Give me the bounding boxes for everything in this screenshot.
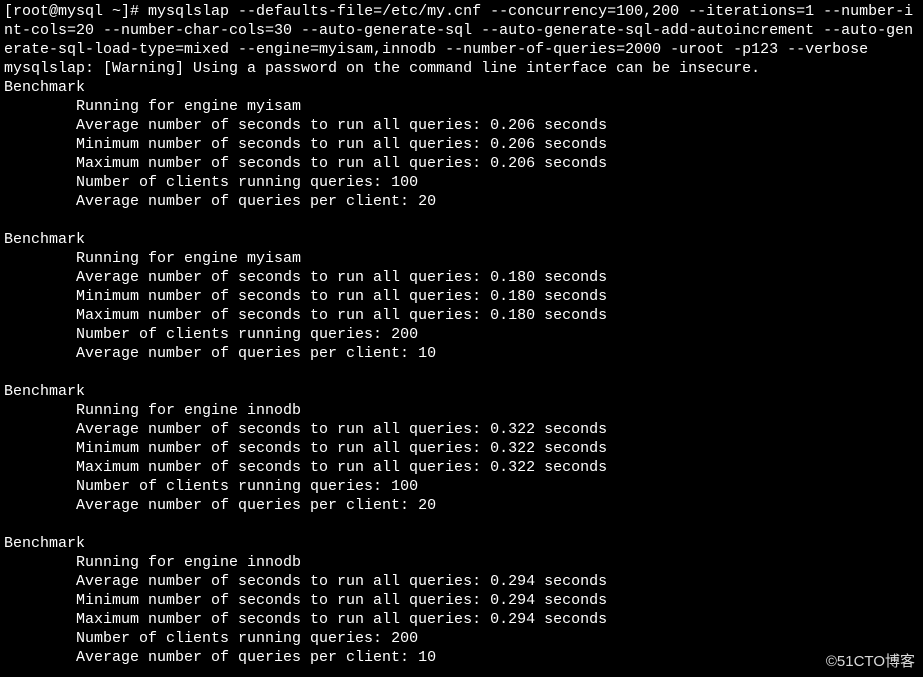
warning-line: mysqlslap: [Warning] Using a password on… — [4, 60, 760, 77]
row-avg: Average number of seconds to run all que… — [4, 116, 919, 135]
row-clients: Number of clients running queries: 200 — [4, 325, 919, 344]
row-clients: Number of clients running queries: 100 — [4, 477, 919, 496]
row-clients: Number of clients running queries: 200 — [4, 629, 919, 648]
row-clients: Number of clients running queries: 100 — [4, 173, 919, 192]
watermark-text: ©51CTO博客 — [826, 652, 915, 671]
shell-prompt: [root@mysql ~]# — [4, 3, 148, 20]
terminal-output[interactable]: [root@mysql ~]# mysqlslap --defaults-fil… — [0, 0, 923, 669]
row-avg: Average number of seconds to run all que… — [4, 420, 919, 439]
row-min: Minimum number of seconds to run all que… — [4, 591, 919, 610]
row-max: Maximum number of seconds to run all que… — [4, 458, 919, 477]
row-max: Maximum number of seconds to run all que… — [4, 610, 919, 629]
row-qpc: Average number of queries per client: 20 — [4, 496, 919, 515]
benchmark-heading: Benchmark — [4, 383, 85, 400]
row-max: Maximum number of seconds to run all que… — [4, 154, 919, 173]
benchmark-heading: Benchmark — [4, 79, 85, 96]
row-avg: Average number of seconds to run all que… — [4, 268, 919, 287]
row-qpc: Average number of queries per client: 10 — [4, 344, 919, 363]
row-max: Maximum number of seconds to run all que… — [4, 306, 919, 325]
row-running: Running for engine myisam — [4, 97, 919, 116]
row-min: Minimum number of seconds to run all que… — [4, 439, 919, 458]
row-qpc: Average number of queries per client: 20 — [4, 192, 919, 211]
benchmark-heading: Benchmark — [4, 535, 85, 552]
row-running: Running for engine myisam — [4, 249, 919, 268]
row-avg: Average number of seconds to run all que… — [4, 572, 919, 591]
row-running: Running for engine innodb — [4, 553, 919, 572]
row-running: Running for engine innodb — [4, 401, 919, 420]
row-min: Minimum number of seconds to run all que… — [4, 287, 919, 306]
row-qpc: Average number of queries per client: 10 — [4, 648, 919, 667]
benchmark-heading: Benchmark — [4, 231, 85, 248]
row-min: Minimum number of seconds to run all que… — [4, 135, 919, 154]
